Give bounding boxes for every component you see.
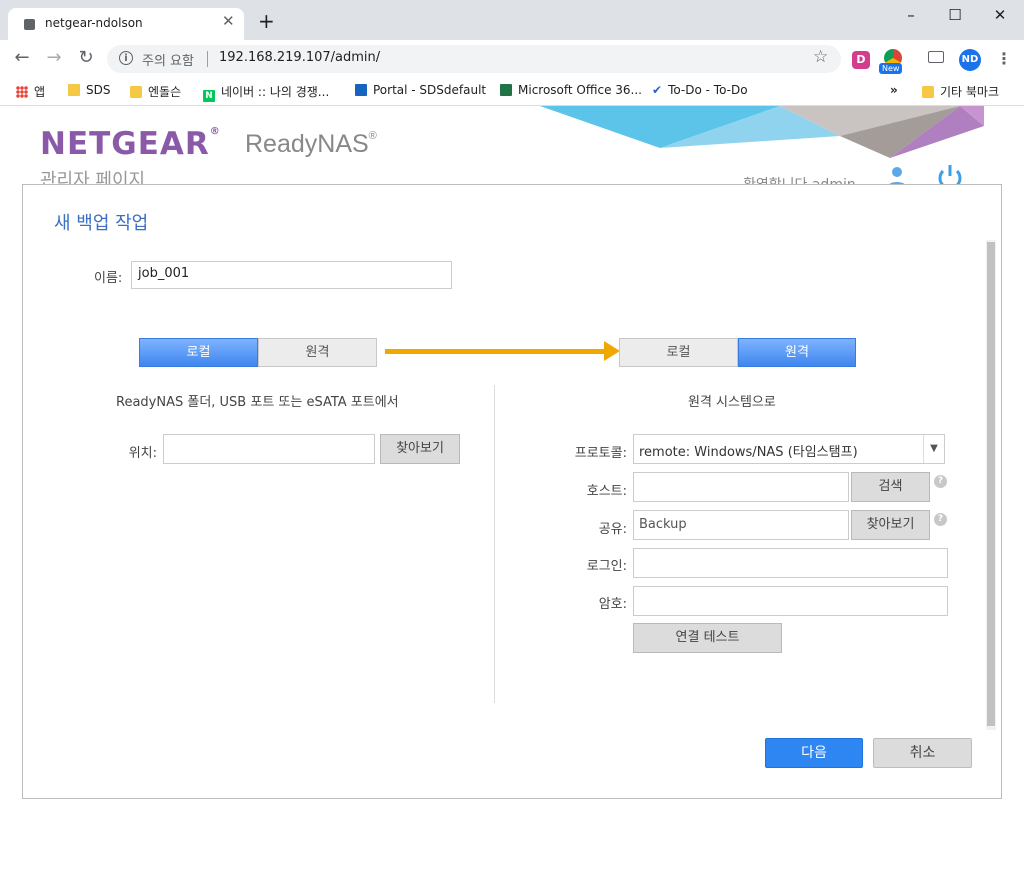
share-label: 공유: bbox=[598, 522, 627, 537]
back-arrow-icon[interactable]: ← bbox=[12, 48, 32, 68]
netgear-logo: NETGEAR® bbox=[40, 126, 221, 162]
bookmark-star-icon[interactable]: ☆ bbox=[813, 47, 828, 67]
browser-toolbar: ← → ↻ i 주의 요함 192.168.219.107/admin/ ☆ bbox=[0, 40, 1024, 76]
address-bar[interactable]: i 주의 요함 192.168.219.107/admin/ ☆ bbox=[107, 45, 841, 73]
direction-arrow-icon bbox=[604, 341, 620, 361]
location-label: 위치: bbox=[128, 446, 157, 461]
host-label: 호스트: bbox=[586, 484, 627, 499]
header-decoration bbox=[540, 106, 984, 158]
share-browse-button[interactable]: 찾아보기 bbox=[851, 510, 930, 540]
password-label: 암호: bbox=[598, 597, 627, 612]
tab-title: netgear-ndolson bbox=[45, 16, 143, 30]
dialog-title: 새 백업 작업 bbox=[54, 213, 149, 234]
protocol-label: 프로토콜: bbox=[574, 446, 627, 461]
bookmark-label: 엔돌슨 bbox=[148, 85, 182, 99]
url-separator bbox=[207, 51, 208, 67]
direction-arrow-line bbox=[385, 349, 607, 354]
bookmark-ndolson[interactable]: 엔돌슨 bbox=[130, 83, 181, 100]
bookmark-label: Portal - SDSdefault bbox=[373, 83, 487, 97]
page-favicon-icon bbox=[24, 19, 35, 30]
security-status[interactable]: 주의 요함 bbox=[142, 50, 194, 69]
folder-icon bbox=[130, 86, 142, 98]
job-name-label: 이름: bbox=[94, 271, 123, 286]
protocol-value: remote: Windows/NAS (타임스탬프) bbox=[639, 445, 858, 460]
location-input[interactable] bbox=[163, 434, 375, 464]
minimize-window-icon[interactable]: – bbox=[896, 6, 926, 24]
folder-icon bbox=[68, 84, 80, 96]
bookmark-label: 기타 북마크 bbox=[940, 85, 1000, 99]
source-remote-toggle[interactable]: 원격 bbox=[258, 338, 377, 367]
bookmark-label: SDS bbox=[86, 83, 111, 97]
browser-tab[interactable]: netgear-ndolson ✕ bbox=[8, 8, 244, 40]
info-icon[interactable]: i bbox=[119, 51, 133, 65]
bookmark-sds[interactable]: SDS bbox=[68, 83, 110, 97]
destination-local-toggle[interactable]: 로컬 bbox=[619, 338, 738, 367]
product-mark: ® bbox=[368, 130, 377, 142]
bookmarks-overflow-icon[interactable]: » bbox=[890, 83, 898, 97]
extension-d-icon[interactable]: D bbox=[852, 51, 870, 69]
browser-tabstrip: netgear-ndolson ✕ + – ☐ ✕ bbox=[0, 0, 1024, 40]
apps-grid-icon bbox=[16, 86, 28, 98]
share-input[interactable]: Backup bbox=[633, 510, 849, 540]
host-help-icon[interactable]: ? bbox=[934, 475, 947, 488]
test-connection-button[interactable]: 연결 테스트 bbox=[633, 623, 782, 653]
product-text: ReadyNAS bbox=[245, 130, 369, 158]
dialog-scrollbar-thumb[interactable] bbox=[987, 242, 995, 726]
cancel-button[interactable]: 취소 bbox=[873, 738, 972, 768]
bookmark-other[interactable]: 기타 북마크 bbox=[922, 83, 999, 100]
protocol-select[interactable]: remote: Windows/NAS (타임스탬프) ▼ bbox=[633, 434, 945, 464]
office-icon bbox=[500, 84, 512, 96]
bookmark-label: To-Do - To-Do bbox=[668, 83, 748, 97]
bookmark-label: 앱 bbox=[34, 85, 46, 99]
section-divider bbox=[494, 385, 495, 703]
login-input[interactable] bbox=[633, 548, 948, 578]
maximize-window-icon[interactable]: ☐ bbox=[940, 6, 970, 24]
bookmark-portal[interactable]: Portal - SDSdefault bbox=[355, 83, 486, 97]
reload-icon[interactable]: ↻ bbox=[76, 48, 96, 68]
bookmark-label: 네이버 :: 나의 경쟁... bbox=[221, 85, 330, 99]
bookmarks-bar: 앱 SDS 엔돌슨 N 네이버 :: 나의 경쟁... Portal - SDSd… bbox=[0, 76, 1024, 106]
bookmark-office[interactable]: Microsoft Office 36... bbox=[500, 83, 642, 97]
chevron-down-icon[interactable]: ▼ bbox=[923, 435, 944, 463]
url-text[interactable]: 192.168.219.107/admin/ bbox=[219, 50, 380, 65]
naver-icon: N bbox=[203, 90, 215, 102]
tab-close-icon[interactable]: ✕ bbox=[222, 12, 235, 30]
portal-icon bbox=[355, 84, 367, 96]
share-help-icon[interactable]: ? bbox=[934, 513, 947, 526]
host-search-button[interactable]: 검색 bbox=[851, 472, 930, 502]
new-backup-dialog: 새 백업 작업 이름: job_001 로컬 원격 로컬 원격 ReadyNAS… bbox=[22, 184, 1002, 799]
brand-mark: ® bbox=[209, 126, 221, 137]
destination-remote-toggle[interactable]: 원격 bbox=[738, 338, 856, 367]
job-name-input[interactable]: job_001 bbox=[131, 261, 452, 289]
bookmark-apps[interactable]: 앱 bbox=[16, 83, 45, 100]
next-button[interactable]: 다음 bbox=[765, 738, 863, 768]
source-local-toggle[interactable]: 로컬 bbox=[139, 338, 258, 367]
destination-section-title: 원격 시스템으로 bbox=[688, 395, 776, 410]
password-input[interactable] bbox=[633, 586, 948, 616]
folder-icon bbox=[922, 86, 934, 98]
source-section-title: ReadyNAS 폴더, USB 포트 또는 eSATA 포트에서 bbox=[116, 395, 399, 410]
extension-new-badge: New bbox=[879, 63, 903, 74]
brand-text: NETGEAR bbox=[40, 126, 210, 162]
bookmark-naver[interactable]: N 네이버 :: 나의 경쟁... bbox=[203, 83, 329, 102]
product-name: ReadyNAS® bbox=[245, 130, 377, 159]
todo-check-icon: ✔ bbox=[652, 83, 663, 97]
close-window-icon[interactable]: ✕ bbox=[985, 6, 1015, 24]
login-label: 로그인: bbox=[586, 559, 627, 574]
bookmark-label: Microsoft Office 36... bbox=[518, 83, 642, 97]
cast-icon[interactable] bbox=[928, 51, 944, 63]
bookmark-todo[interactable]: ✔ To-Do - To-Do bbox=[652, 83, 748, 97]
source-browse-button[interactable]: 찾아보기 bbox=[380, 434, 460, 464]
forward-arrow-icon[interactable]: → bbox=[44, 48, 64, 68]
new-tab-icon[interactable]: + bbox=[258, 11, 275, 31]
browser-menu-icon[interactable]: ⋮ bbox=[996, 49, 1012, 68]
host-input[interactable] bbox=[633, 472, 849, 502]
profile-avatar[interactable]: ND bbox=[959, 49, 981, 71]
